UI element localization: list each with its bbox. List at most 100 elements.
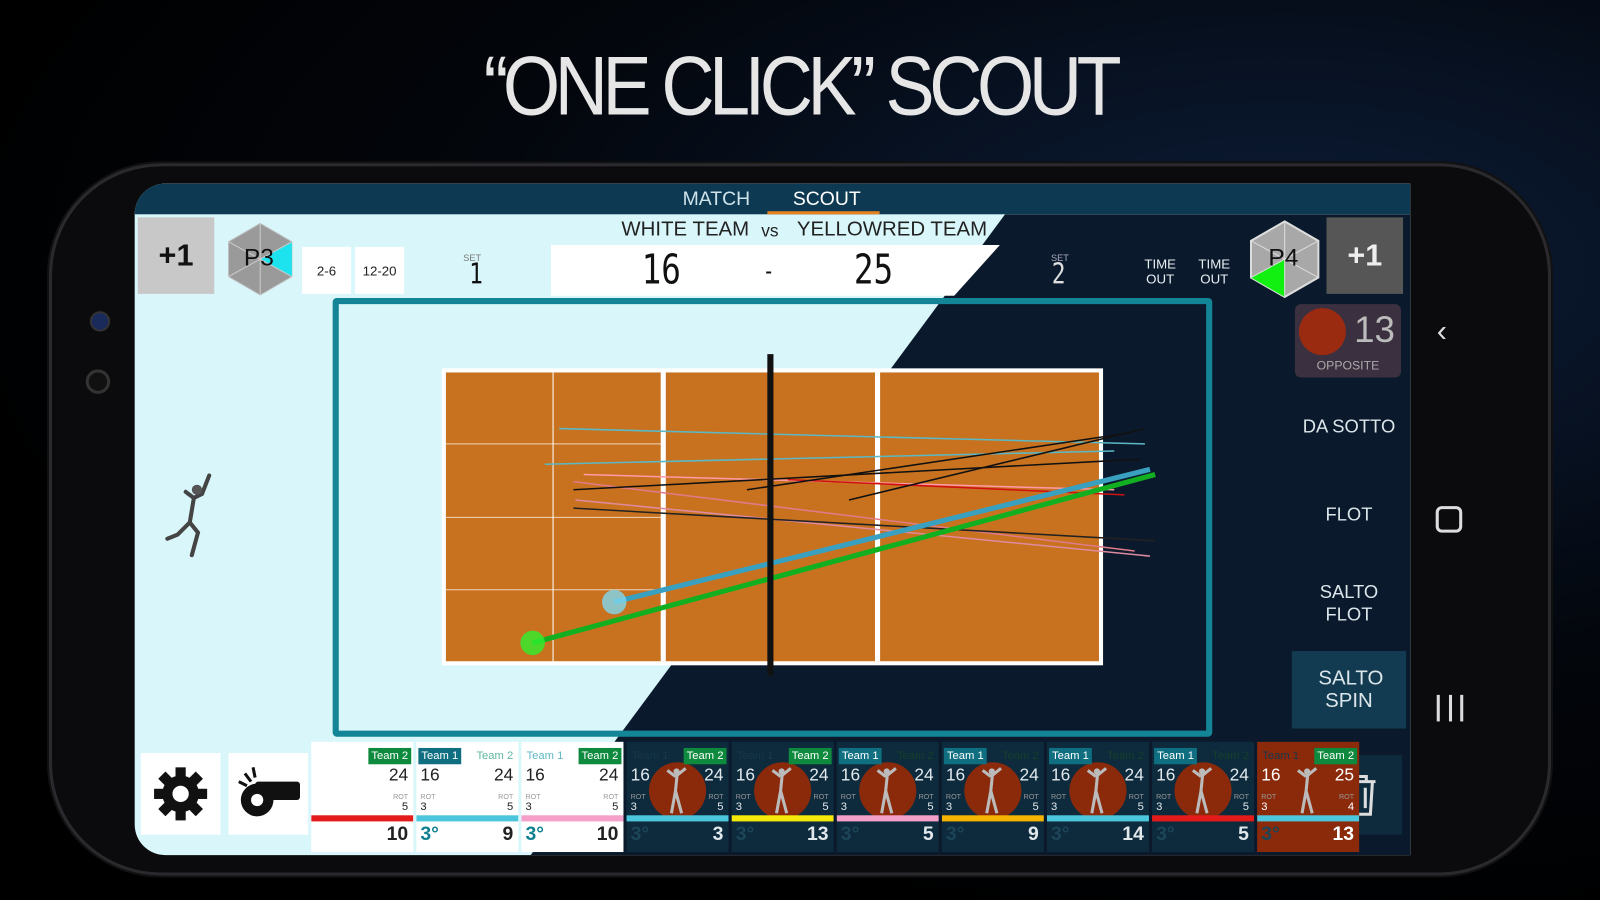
team2-label: Team 2 bbox=[788, 747, 832, 765]
player-number: 9 bbox=[1027, 823, 1039, 845]
team2-label: Team 2 bbox=[1314, 747, 1358, 765]
team1-rotation: 3 bbox=[945, 801, 953, 814]
rally-card[interactable]: Team 1 Team 2 16 24 ROT ROT 3 5 3° 5 bbox=[836, 741, 939, 853]
player-figure-icon bbox=[964, 762, 1022, 820]
rot-label: ROT bbox=[603, 793, 619, 802]
serve-zone: 3° bbox=[630, 823, 650, 845]
team2-score: 24 bbox=[599, 765, 619, 785]
zone-color-bar bbox=[1257, 815, 1360, 822]
whistle-button[interactable] bbox=[228, 753, 309, 835]
serve-zone: 3° bbox=[840, 823, 860, 845]
whistle-icon bbox=[238, 767, 300, 817]
team2-rotation: 5 bbox=[927, 801, 934, 814]
zone-color-bar bbox=[311, 815, 414, 822]
recents-icon[interactable] bbox=[1436, 694, 1464, 722]
team1-rotation: 3 bbox=[420, 801, 427, 814]
team1-label: Team 1 bbox=[1154, 747, 1198, 765]
serve-zone: 3° bbox=[1156, 823, 1175, 845]
zone-color-bar bbox=[626, 815, 729, 822]
team1-score: 16 bbox=[630, 765, 650, 785]
team2-score: 24 bbox=[914, 765, 934, 785]
settings-button[interactable] bbox=[140, 753, 221, 835]
rally-card[interactable]: Team 1 Team 2 16 24 ROT ROT 3 5 3° 13 bbox=[731, 741, 834, 853]
headline: “ONE CLICK” SCOUT bbox=[483, 39, 1122, 133]
rot-label: ROT bbox=[1051, 793, 1067, 802]
rally-card[interactable]: Team 1 Team 2 16 25 ROT ROT 3 4 3° 13 bbox=[1257, 741, 1360, 853]
player-figure-icon bbox=[1174, 762, 1232, 820]
square-icon[interactable] bbox=[1435, 506, 1463, 533]
team1-label: Team 1 bbox=[418, 747, 462, 765]
team2-label: Team 2 bbox=[1107, 749, 1144, 763]
team1-score: 16 bbox=[420, 765, 440, 785]
serve-zone: 3° bbox=[945, 823, 965, 845]
player-number: 9 bbox=[502, 823, 514, 845]
team2-score: 24 bbox=[1229, 765, 1249, 785]
camera-icon bbox=[89, 311, 111, 332]
zone-color-bar bbox=[416, 815, 519, 822]
team2-label: Team 2 bbox=[476, 749, 514, 763]
team2-label: Team 2 bbox=[578, 747, 622, 765]
rot-label: ROT bbox=[1128, 793, 1144, 802]
team1-score: 16 bbox=[840, 765, 861, 785]
player-number: 5 bbox=[922, 823, 934, 845]
team2-rotation: 5 bbox=[401, 801, 409, 814]
team2-rotation: 5 bbox=[1242, 801, 1249, 814]
team1-score: 16 bbox=[945, 765, 966, 785]
rot-label: ROT bbox=[918, 793, 934, 802]
team1-rotation: 3 bbox=[840, 801, 848, 814]
team1-rotation: 3 bbox=[1051, 801, 1058, 814]
team2-rotation: 5 bbox=[717, 801, 724, 814]
team1-label: Team 1 bbox=[736, 749, 774, 763]
serve-zone: 3° bbox=[420, 823, 439, 845]
player-number: 10 bbox=[386, 823, 409, 845]
serve-zone: 3° bbox=[1051, 823, 1070, 845]
team2-score: 24 bbox=[388, 765, 409, 785]
player-figure-icon bbox=[648, 762, 707, 820]
rally-card[interactable]: Team 2 24 ROT 5 10 bbox=[311, 741, 414, 853]
player-number: 13 bbox=[1332, 823, 1355, 845]
team1-label: Team 1 bbox=[1262, 749, 1300, 763]
player-number: 10 bbox=[596, 823, 619, 845]
player-number: 14 bbox=[1122, 823, 1144, 845]
rally-card[interactable]: Team 1 Team 2 16 24 ROT ROT 3 5 3° 10 bbox=[521, 741, 624, 853]
team1-score: 16 bbox=[1156, 765, 1176, 785]
team2-score: 24 bbox=[809, 765, 829, 785]
rot-label: ROT bbox=[1023, 793, 1039, 802]
team2-rotation: 5 bbox=[612, 801, 619, 814]
rot-label: ROT bbox=[393, 793, 409, 802]
rot-label: ROT bbox=[813, 793, 829, 802]
stage: “ONE CLICK” SCOUT MATCH SCOUT WHITE TEAM… bbox=[0, 0, 1600, 900]
team1-label bbox=[313, 748, 319, 752]
team1-score: 16 bbox=[1051, 765, 1071, 785]
team2-label: Team 2 bbox=[1001, 749, 1039, 763]
player-figure-icon bbox=[1069, 762, 1127, 820]
team2-score: 25 bbox=[1334, 765, 1355, 785]
server-figure-icon bbox=[163, 471, 214, 563]
player-number: 5 bbox=[1238, 823, 1249, 845]
team2-rotation: 5 bbox=[1032, 801, 1039, 814]
zone-color-bar bbox=[521, 815, 624, 822]
serve-zone: 3° bbox=[735, 823, 755, 845]
team1-label: Team 1 bbox=[943, 747, 987, 765]
rally-card[interactable]: Team 1 Team 2 16 24 ROT ROT 3 5 3° 5 bbox=[1152, 741, 1255, 853]
player-figure-icon bbox=[859, 762, 917, 820]
player-figure-icon bbox=[1280, 762, 1337, 819]
team1-label: Team 1 bbox=[631, 749, 669, 763]
team2-label: Team 2 bbox=[368, 747, 412, 765]
zone-color-bar bbox=[941, 815, 1044, 822]
rally-card[interactable]: Team 1 Team 2 16 24 ROT ROT 3 5 3° 9 bbox=[941, 741, 1044, 853]
rot-label: ROT bbox=[708, 793, 724, 802]
team2-rotation: 5 bbox=[507, 801, 514, 814]
team1-label: Team 1 bbox=[1048, 747, 1092, 765]
team2-score: 24 bbox=[1019, 765, 1039, 785]
rot-label: ROT bbox=[945, 793, 961, 802]
sensor-icon bbox=[85, 369, 111, 394]
rally-card[interactable]: Team 1 Team 2 16 24 ROT ROT 3 5 3° 9 bbox=[416, 741, 519, 853]
team2-rotation: 5 bbox=[822, 801, 829, 814]
team2-score: 24 bbox=[704, 765, 724, 785]
team2-label: Team 2 bbox=[896, 749, 934, 763]
team1-rotation: 3 bbox=[525, 801, 532, 814]
rally-card[interactable]: Team 1 Team 2 16 24 ROT ROT 3 5 3° 14 bbox=[1046, 741, 1149, 853]
chevron-left-icon[interactable]: ‹ bbox=[1437, 314, 1447, 349]
rally-card[interactable]: Team 1 Team 2 16 24 ROT ROT 3 5 3° 3 bbox=[626, 741, 729, 853]
